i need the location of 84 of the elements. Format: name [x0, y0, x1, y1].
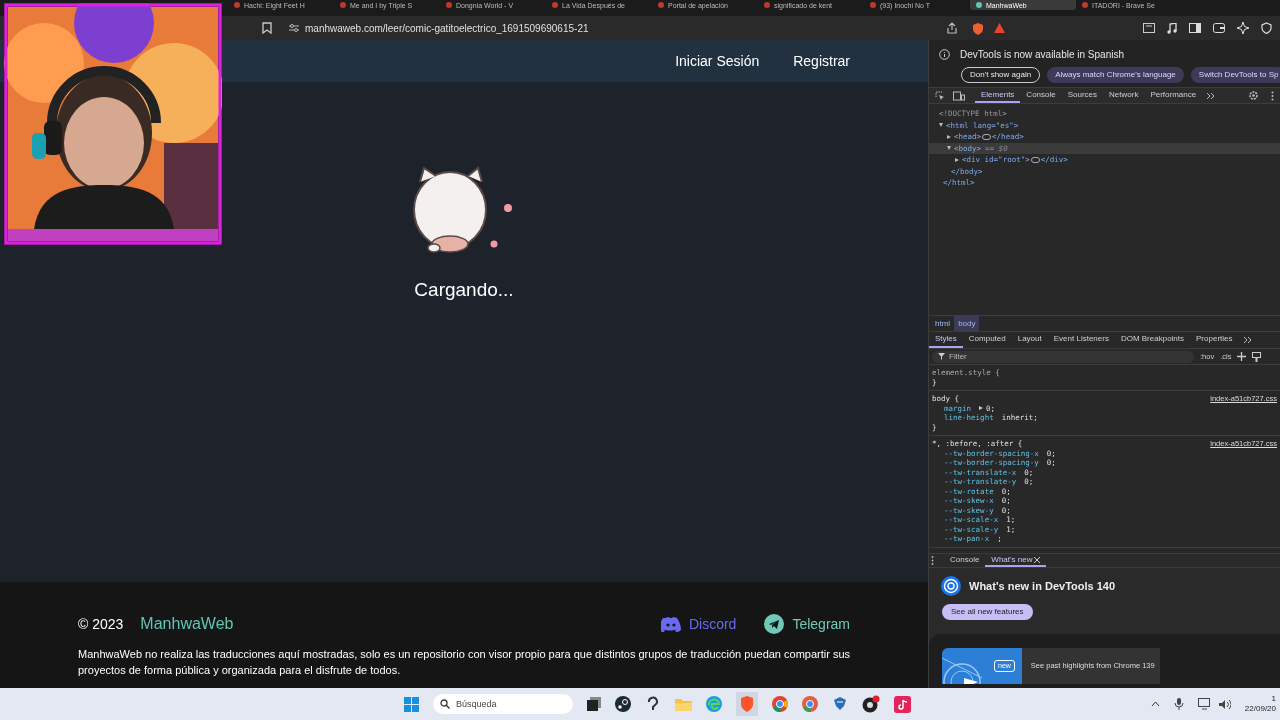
music-icon[interactable]	[1167, 22, 1177, 34]
expand-icon[interactable]	[979, 406, 984, 411]
devtools-tab[interactable]: Elements	[975, 88, 1021, 103]
tab-icon	[446, 2, 452, 8]
search-icon	[440, 699, 450, 709]
nav-link[interactable]: Registrar	[793, 50, 850, 72]
infobar-message: DevTools is now available in Spanish	[960, 48, 1124, 62]
breadcrumb[interactable]: body	[954, 316, 980, 331]
inspect-icon[interactable]	[935, 90, 945, 101]
search-field[interactable]: Búsqueda	[433, 694, 573, 714]
network-icon[interactable]	[1197, 698, 1211, 710]
tab-icon	[234, 2, 240, 8]
chrome-icon	[941, 576, 961, 596]
expand-icon[interactable]	[947, 146, 951, 151]
triangle-icon[interactable]	[994, 23, 1005, 33]
devtools-tab[interactable]: Event Listeners	[1047, 332, 1115, 348]
chrome-icon[interactable]	[772, 696, 788, 712]
menu-icon[interactable]	[1271, 90, 1274, 101]
wallet-icon[interactable]	[1213, 23, 1225, 33]
infobar-button[interactable]: Switch DevTools to Sp	[1190, 67, 1280, 83]
windows-icon[interactable]	[404, 696, 419, 712]
chevrons-icon[interactable]	[1242, 336, 1252, 344]
shield-outline-icon[interactable]	[1261, 22, 1272, 34]
drawer-tab[interactable]: What's new	[985, 554, 1047, 567]
tab-icon	[658, 2, 664, 8]
steam-icon[interactable]	[615, 696, 631, 712]
close-icon[interactable]	[1034, 556, 1041, 563]
note-app-icon[interactable]	[894, 695, 911, 713]
task-view-icon[interactable]	[587, 697, 601, 711]
share-icon[interactable]	[946, 22, 958, 34]
drawer-tab[interactable]: Console	[944, 554, 986, 567]
url-text[interactable]: manhwaweb.com/leer/comic-gatitoelectrico_1691509690615-21	[305, 20, 589, 36]
breadcrumb[interactable]: html	[931, 316, 955, 331]
expand-icon[interactable]	[947, 134, 951, 139]
brand-link[interactable]: ManhwaWeb	[140, 612, 234, 636]
tab-icon	[340, 2, 346, 8]
device-icon[interactable]	[953, 90, 965, 101]
sidebar-icon[interactable]	[1143, 23, 1155, 33]
chevron-up-icon[interactable]	[1150, 701, 1160, 707]
tab-icon	[1082, 2, 1088, 8]
record-icon[interactable]	[862, 695, 880, 713]
chrome-icon[interactable]	[802, 696, 818, 712]
devtools-tab[interactable]: Styles	[929, 332, 963, 348]
menu-icon[interactable]	[931, 556, 934, 565]
clock-time[interactable]: 1	[1271, 694, 1276, 704]
expand-icon[interactable]	[939, 123, 943, 128]
devtools-tab[interactable]: Layout	[1011, 332, 1048, 348]
devtools-tab[interactable]: Properties	[1190, 332, 1239, 348]
tab-icon	[870, 2, 876, 8]
see-features-button[interactable]: See all new features	[942, 604, 1033, 620]
telegram-icon	[764, 614, 785, 634]
tab-icon	[764, 2, 770, 8]
info-icon	[939, 49, 950, 60]
expand-icon[interactable]	[955, 157, 959, 162]
infobar-button[interactable]: Always match Chrome's language	[1047, 67, 1184, 83]
devtools-tab[interactable]: Network	[1103, 88, 1145, 103]
paint-icon[interactable]	[1252, 351, 1262, 362]
devtools-tab[interactable]: Sources	[1061, 88, 1104, 103]
filter-icon	[938, 353, 945, 360]
copyright-text: © 2023	[78, 614, 124, 634]
devtools-tab[interactable]: DOM Breakpoints	[1114, 332, 1191, 348]
speaker-icon[interactable]	[1218, 698, 1231, 710]
whats-new-title: What's new in DevTools 140	[969, 578, 1116, 594]
chevrons-icon[interactable]	[1206, 91, 1216, 100]
clock-date[interactable]: 22/09/20	[1244, 704, 1276, 714]
disclaimer-text: ManhwaWeb no realiza las traducciones aquí mostradas, solo es un repositorio con visor propio para que distintos grupos de traducción puedan compartir sus proyectos de forma pública y organizada para el disfrute de todos.	[78, 647, 852, 678]
devtools-tab[interactable]: Performance	[1144, 88, 1203, 103]
sparkle-icon[interactable]	[1237, 22, 1249, 34]
footer-link[interactable]: Discord	[688, 613, 737, 635]
devtools-tab[interactable]: Console	[1020, 88, 1062, 103]
site-info-icon[interactable]	[288, 23, 300, 33]
nav-link[interactable]: Iniciar Sesión	[675, 50, 760, 72]
plus-icon[interactable]	[1237, 352, 1247, 361]
settings-icon[interactable]	[1248, 90, 1259, 101]
tab-icon	[976, 2, 982, 8]
tab-icon	[552, 2, 558, 8]
loading-text: Cargando...	[414, 278, 514, 302]
shield-icon[interactable]	[972, 21, 984, 35]
panel-icon[interactable]	[1189, 23, 1201, 33]
devtools-tab[interactable]: Computed	[962, 332, 1012, 348]
bookmark-icon[interactable]	[262, 22, 272, 34]
discord-icon	[660, 616, 681, 632]
filter-field[interactable]: Filter	[932, 350, 1194, 363]
footer-link[interactable]: Telegram	[792, 613, 850, 635]
